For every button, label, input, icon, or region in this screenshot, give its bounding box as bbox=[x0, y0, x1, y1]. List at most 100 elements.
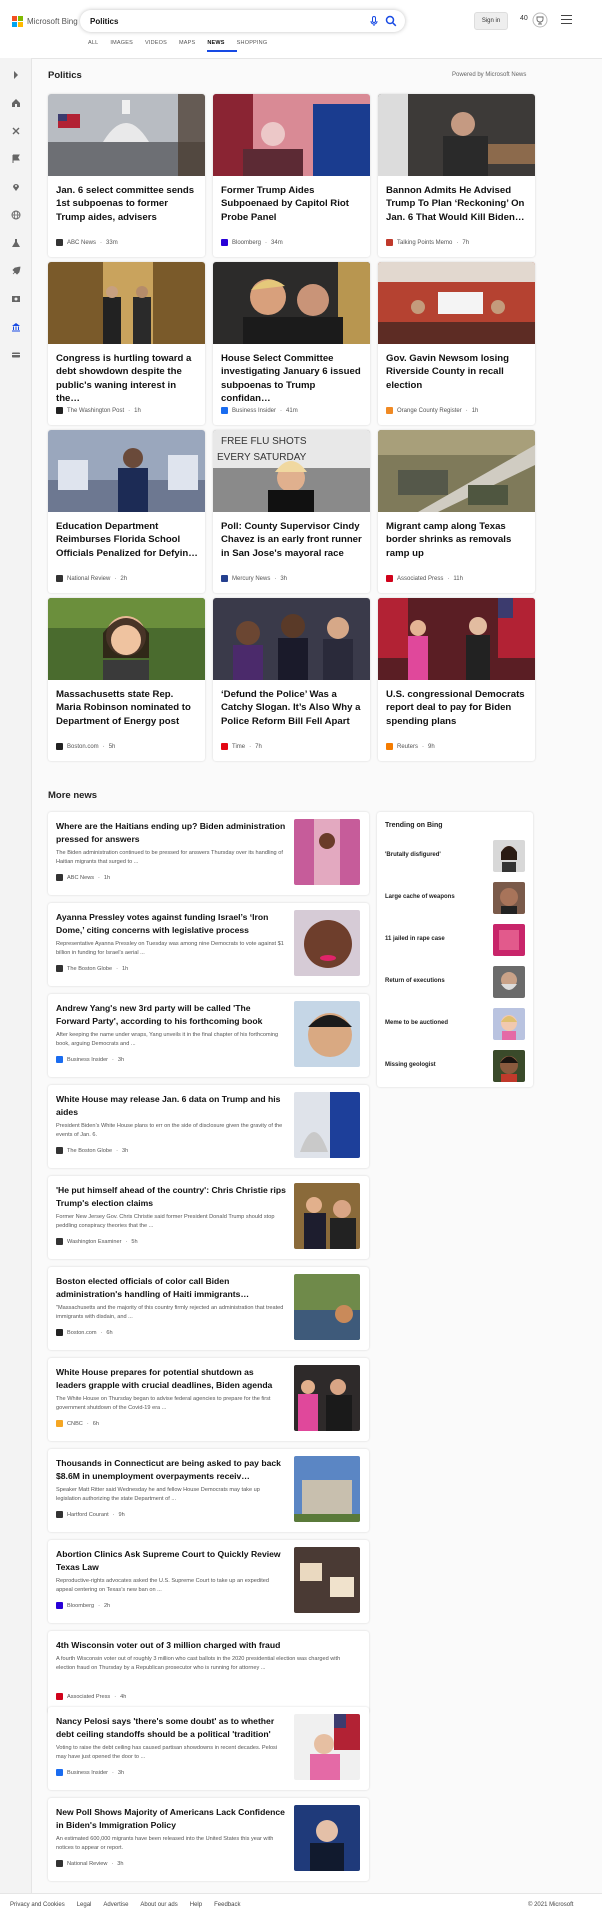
sign-in-button[interactable]: Sign in bbox=[474, 12, 508, 30]
trending-item[interactable]: Meme to be auctioned bbox=[385, 1008, 525, 1042]
rewards-trophy-icon[interactable] bbox=[532, 12, 548, 28]
flag-icon[interactable] bbox=[11, 154, 21, 164]
footer-link-about-ads[interactable]: About our ads bbox=[140, 1902, 177, 1908]
news-title[interactable]: Where are the Haitians ending up? Biden … bbox=[56, 820, 286, 845]
news-row[interactable]: Abortion Clinics Ask Supreme Court to Qu… bbox=[48, 1540, 369, 1623]
politics-building-icon[interactable] bbox=[11, 322, 21, 332]
story-card[interactable]: Gov. Gavin Newsom losing Riverside Count… bbox=[378, 262, 535, 425]
news-source: CNBC · 6h bbox=[56, 1420, 99, 1427]
trending-item[interactable]: 11 jailed in rape case bbox=[385, 924, 525, 958]
news-title[interactable]: Nancy Pelosi says 'there's some doubt' a… bbox=[56, 1715, 286, 1740]
footer-link-feedback[interactable]: Feedback bbox=[214, 1902, 240, 1908]
trending-item[interactable]: 'Brutally disfigured' bbox=[385, 840, 525, 874]
trending-label[interactable]: 'Brutally disfigured' bbox=[385, 852, 441, 858]
news-title[interactable]: White House prepares for potential shutd… bbox=[56, 1366, 286, 1391]
rocket-icon[interactable] bbox=[11, 266, 21, 276]
search-box[interactable] bbox=[80, 10, 405, 32]
trending-label[interactable]: Missing geologist bbox=[385, 1062, 436, 1068]
footer-link-privacy[interactable]: Privacy and Cookies bbox=[10, 1902, 65, 1908]
story-card[interactable]: Bannon Admits He Advised Trump To Plan ‘… bbox=[378, 94, 535, 257]
tab-news[interactable]: NEWS bbox=[207, 40, 237, 52]
search-input[interactable] bbox=[90, 14, 330, 28]
rewards-points[interactable]: 40 bbox=[520, 15, 528, 22]
story-card[interactable]: House Select Committee investigating Jan… bbox=[213, 262, 370, 425]
story-title[interactable]: Bannon Admits He Advised Trump To Plan ‘… bbox=[386, 184, 528, 224]
globe-icon[interactable] bbox=[11, 210, 21, 220]
story-title[interactable]: Former Trump Aides Subpoenaed by Capitol… bbox=[221, 184, 363, 224]
news-title[interactable]: New Poll Shows Majority of Americans Lac… bbox=[56, 1806, 286, 1831]
bing-logo[interactable]: Microsoft Bing bbox=[12, 16, 78, 27]
story-card[interactable]: Education Department Reimburses Florida … bbox=[48, 430, 205, 593]
money-icon[interactable] bbox=[11, 350, 21, 360]
news-image bbox=[294, 1274, 360, 1340]
trending-item[interactable]: Missing geologist bbox=[385, 1050, 525, 1084]
top-bar: Microsoft Bing Sign in 40 ALL IMAGES VID… bbox=[0, 0, 602, 58]
trending-item[interactable]: Return of executions bbox=[385, 966, 525, 1000]
tab-all[interactable]: ALL bbox=[88, 40, 110, 52]
trending-item[interactable]: Large cache of weapons bbox=[385, 882, 525, 916]
tab-maps[interactable]: MAPS bbox=[179, 40, 207, 52]
trending-label[interactable]: 11 jailed in rape case bbox=[385, 936, 445, 942]
news-title[interactable]: 4th Wisconsin voter out of 3 million cha… bbox=[56, 1639, 361, 1652]
story-title[interactable]: Gov. Gavin Newsom losing Riverside Count… bbox=[386, 352, 528, 392]
story-title[interactable]: Migrant camp along Texas border shrinks … bbox=[386, 520, 528, 560]
news-title[interactable]: Boston elected officials of color call B… bbox=[56, 1275, 286, 1300]
story-title[interactable]: Jan. 6 select committee sends 1st subpoe… bbox=[56, 184, 198, 224]
news-row[interactable]: White House may release Jan. 6 data on T… bbox=[48, 1085, 369, 1168]
expand-icon[interactable] bbox=[11, 70, 21, 80]
news-title[interactable]: 'He put himself ahead of the country': C… bbox=[56, 1184, 286, 1209]
tab-images[interactable]: IMAGES bbox=[110, 40, 145, 52]
footer-link-legal[interactable]: Legal bbox=[77, 1902, 92, 1908]
home-icon[interactable] bbox=[11, 98, 21, 108]
news-row[interactable]: White House prepares for potential shutd… bbox=[48, 1358, 369, 1441]
sports-icon[interactable] bbox=[11, 126, 21, 136]
menu-icon[interactable] bbox=[561, 15, 572, 25]
story-title[interactable]: Massachusetts state Rep. Maria Robinson … bbox=[56, 688, 198, 728]
tab-shopping[interactable]: SHOPPING bbox=[237, 40, 280, 52]
science-icon[interactable] bbox=[11, 238, 21, 248]
story-title[interactable]: Congress is hurtling toward a debt showd… bbox=[56, 352, 198, 405]
story-title[interactable]: U.S. congressional Democrats report deal… bbox=[386, 688, 528, 728]
news-source: Boston.com · 6h bbox=[56, 1329, 113, 1336]
news-row[interactable]: New Poll Shows Majority of Americans Lac… bbox=[48, 1798, 369, 1881]
microphone-icon[interactable] bbox=[368, 15, 380, 27]
story-title[interactable]: Education Department Reimburses Florida … bbox=[56, 520, 198, 560]
news-image bbox=[294, 1805, 360, 1871]
location-icon[interactable] bbox=[11, 182, 21, 192]
story-title[interactable]: Poll: County Supervisor Cindy Chavez is … bbox=[221, 520, 363, 560]
story-card[interactable]: Jan. 6 select committee sends 1st subpoe… bbox=[48, 94, 205, 257]
news-title[interactable]: White House may release Jan. 6 data on T… bbox=[56, 1093, 286, 1118]
entertainment-icon[interactable] bbox=[11, 294, 21, 304]
news-row[interactable]: Ayanna Pressley votes against funding Is… bbox=[48, 903, 369, 986]
story-card[interactable]: ‘Defund the Police’ Was a Catchy Slogan.… bbox=[213, 598, 370, 761]
trending-label[interactable]: Return of executions bbox=[385, 978, 445, 984]
story-card[interactable]: FREE FLU SHOTS EVERY SATURDAY Poll: Coun… bbox=[213, 430, 370, 593]
news-row[interactable]: Boston elected officials of color call B… bbox=[48, 1267, 369, 1350]
news-row[interactable]: 'He put himself ahead of the country': C… bbox=[48, 1176, 369, 1259]
footer-link-help[interactable]: Help bbox=[190, 1902, 202, 1908]
story-title[interactable]: House Select Committee investigating Jan… bbox=[221, 352, 363, 405]
story-card[interactable]: Former Trump Aides Subpoenaed by Capitol… bbox=[213, 94, 370, 257]
news-title[interactable]: Ayanna Pressley votes against funding Is… bbox=[56, 911, 286, 936]
story-card[interactable]: Congress is hurtling toward a debt showd… bbox=[48, 262, 205, 425]
news-row[interactable]: Thousands in Connecticut are being asked… bbox=[48, 1449, 369, 1532]
story-title[interactable]: ‘Defund the Police’ Was a Catchy Slogan.… bbox=[221, 688, 363, 728]
trending-label[interactable]: Large cache of weapons bbox=[385, 894, 455, 900]
trending-label[interactable]: Meme to be auctioned bbox=[385, 1020, 448, 1026]
tab-videos[interactable]: VIDEOS bbox=[145, 40, 179, 52]
story-card[interactable]: Massachusetts state Rep. Maria Robinson … bbox=[48, 598, 205, 761]
search-icon[interactable] bbox=[385, 15, 397, 27]
story-card[interactable]: U.S. congressional Democrats report deal… bbox=[378, 598, 535, 761]
news-row[interactable]: Where are the Haitians ending up? Biden … bbox=[48, 812, 369, 895]
news-title[interactable]: Abortion Clinics Ask Supreme Court to Qu… bbox=[56, 1548, 286, 1573]
footer-link-advertise[interactable]: Advertise bbox=[103, 1902, 128, 1908]
footer-links: Privacy and Cookies Legal Advertise Abou… bbox=[10, 1902, 240, 1908]
boston-com-icon bbox=[56, 743, 63, 750]
news-row[interactable]: Andrew Yang's new 3rd party will be call… bbox=[48, 994, 369, 1077]
story-card[interactable]: Migrant camp along Texas border shrinks … bbox=[378, 430, 535, 593]
news-row[interactable]: 4th Wisconsin voter out of 3 million cha… bbox=[48, 1631, 369, 1714]
news-row[interactable]: Nancy Pelosi says 'there's some doubt' a… bbox=[48, 1707, 369, 1790]
news-title[interactable]: Andrew Yang's new 3rd party will be call… bbox=[56, 1002, 286, 1027]
news-title[interactable]: Thousands in Connecticut are being asked… bbox=[56, 1457, 286, 1482]
header-divider bbox=[0, 58, 602, 59]
